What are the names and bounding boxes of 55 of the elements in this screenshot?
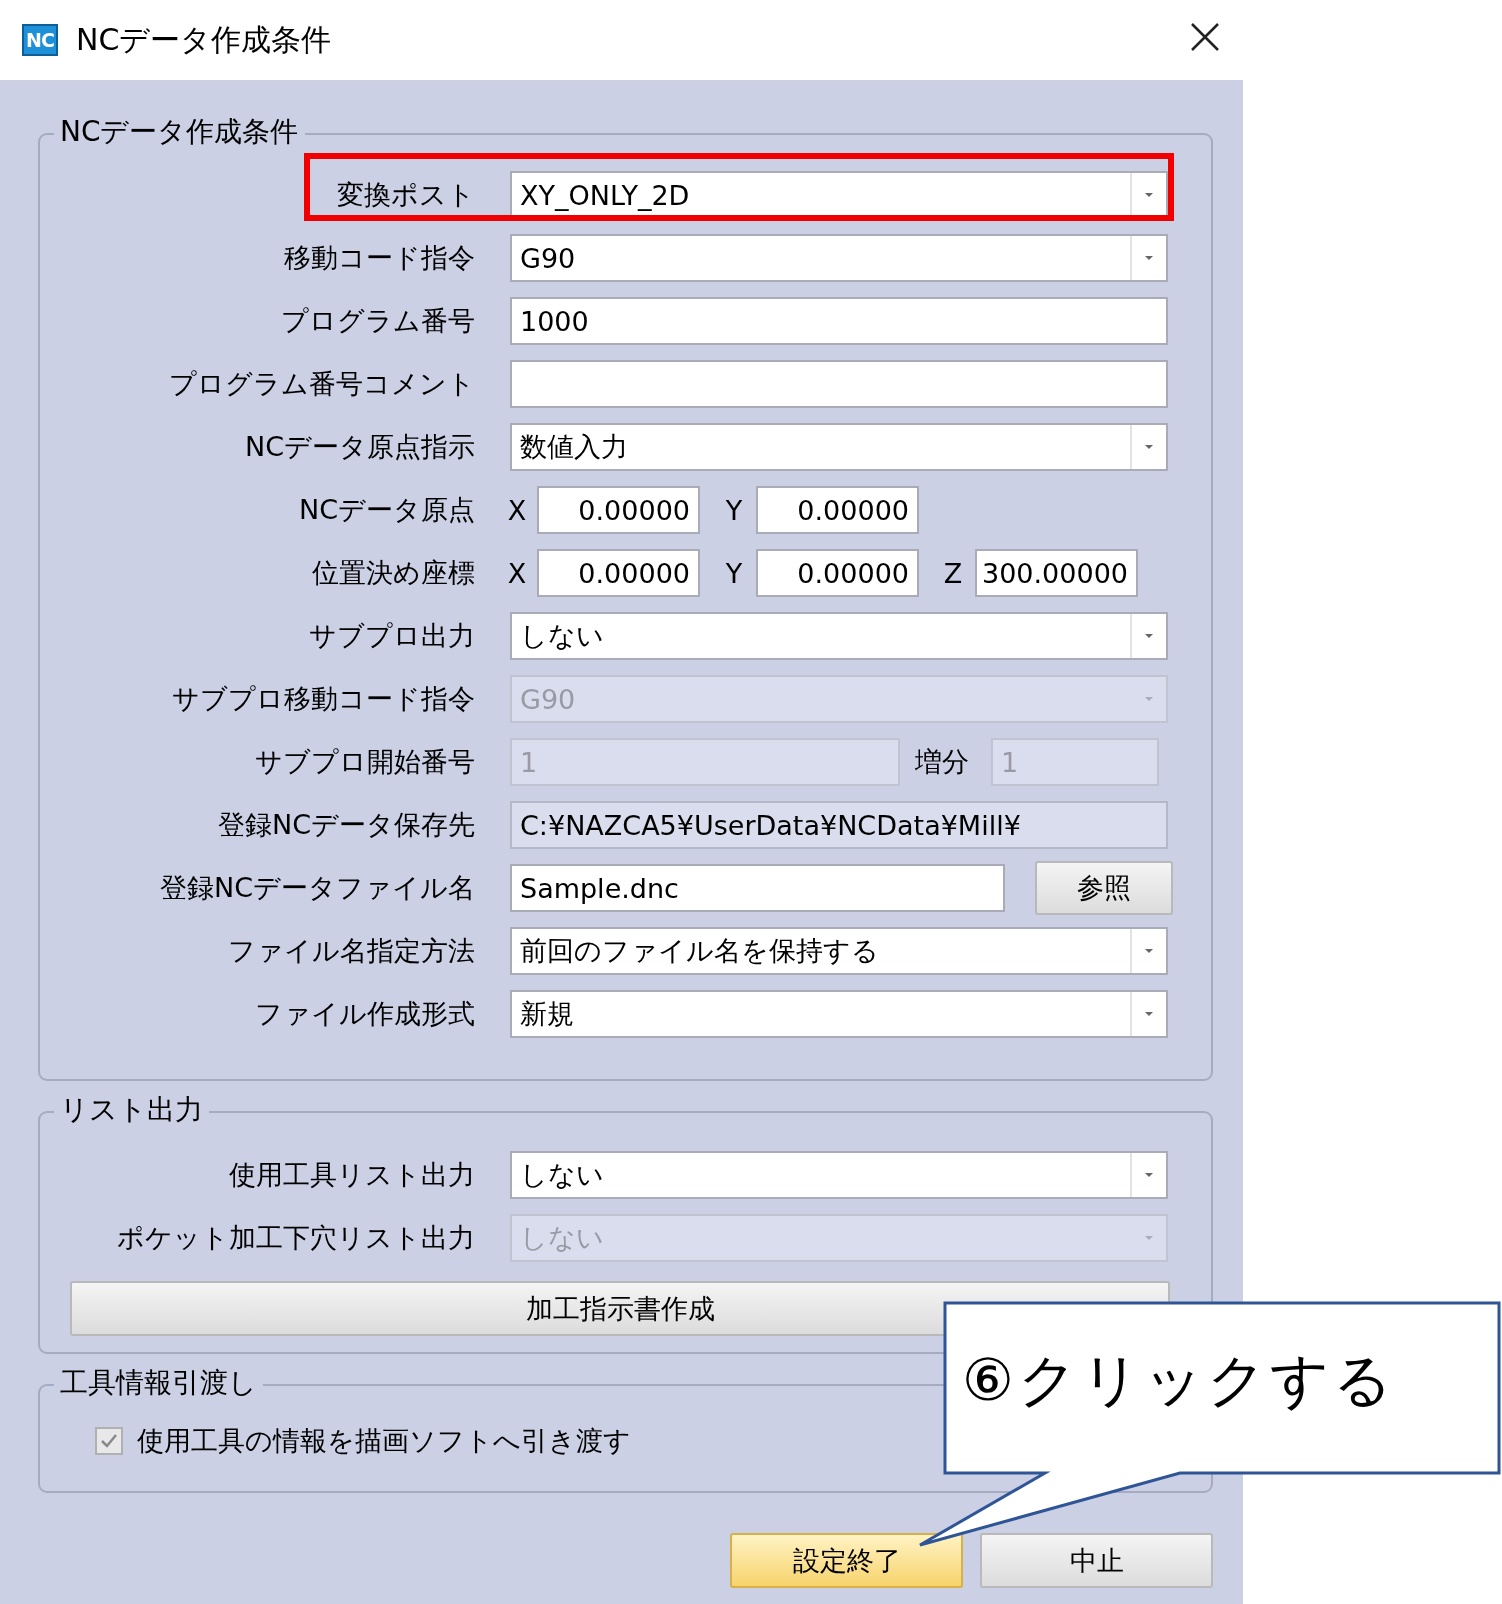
field-label: プログラム番号 <box>280 304 475 338</box>
axis-label: X <box>506 557 528 589</box>
input-field[interactable] <box>510 360 1168 408</box>
checkbox[interactable] <box>95 1427 123 1455</box>
number-field[interactable]: 300.00000 <box>975 549 1138 597</box>
number-field[interactable]: 0.00000 <box>537 486 700 534</box>
caret-icon <box>1144 255 1154 261</box>
app-icon: NC <box>22 24 58 56</box>
input-field[interactable]: C:¥NAZCA5¥UserData¥NCData¥Mill¥ <box>510 801 1168 849</box>
field-label: 登録NCデータファイル名 <box>158 871 475 905</box>
field-label: NCデータ原点 <box>297 493 475 527</box>
caret-icon <box>1144 1011 1154 1017</box>
caret-icon <box>1144 192 1154 198</box>
caret-icon <box>1144 696 1154 702</box>
callout-text: ⑥クリックする <box>962 1345 1396 1416</box>
dialog-button[interactable]: 設定終了 <box>730 1533 963 1588</box>
dropdown[interactable]: 数値入力 <box>510 423 1168 471</box>
checkbox-label: 使用工具の情報を描画ソフトへ引き渡す <box>137 1424 631 1458</box>
dialog-button[interactable]: 中止 <box>980 1533 1213 1588</box>
window-title: NCデータ作成条件 <box>76 20 332 59</box>
field-label: 移動コード指令 <box>283 241 475 275</box>
field-label: ファイル名指定方法 <box>227 934 475 968</box>
axis-label: Y <box>724 557 744 589</box>
field-label: 増分 <box>915 745 969 779</box>
caret-icon <box>1144 948 1154 954</box>
field-label: ファイル作成形式 <box>254 997 475 1031</box>
number-field[interactable]: 0.00000 <box>756 549 919 597</box>
field-label: 登録NCデータ保存先 <box>216 808 475 842</box>
field-label: サブプロ出力 <box>308 619 475 653</box>
axis-label: X <box>506 494 528 526</box>
caret-icon <box>1144 1235 1154 1241</box>
caret-icon <box>1144 1172 1154 1178</box>
browse-button[interactable]: 参照 <box>1035 861 1173 915</box>
number-field[interactable]: 0.00000 <box>537 549 700 597</box>
axis-label: Z <box>942 557 964 589</box>
dropdown[interactable]: G90 <box>510 234 1168 282</box>
dropdown[interactable]: 新規 <box>510 990 1168 1038</box>
axis-label: Y <box>724 494 744 526</box>
input-field[interactable]: Sample.dnc <box>510 864 1005 912</box>
caret-icon <box>1144 444 1154 450</box>
dropdown[interactable]: しない <box>510 1151 1168 1199</box>
field-label: 位置決め座標 <box>311 556 475 590</box>
dropdown[interactable]: しない <box>510 612 1168 660</box>
caret-icon <box>1144 633 1154 639</box>
field-label: 変換ポスト <box>336 178 475 212</box>
dropdown[interactable]: 前回のファイル名を保持する <box>510 927 1168 975</box>
input-field[interactable]: 1000 <box>510 297 1168 345</box>
number-field[interactable]: 0.00000 <box>756 486 919 534</box>
field-label: サブプロ移動コード指令 <box>171 682 475 716</box>
field-label: ポケット加工下穴リスト出力 <box>116 1221 475 1255</box>
field-label: 使用工具リスト出力 <box>228 1158 475 1192</box>
field-label: プログラム番号コメント <box>168 367 475 401</box>
close-icon[interactable] <box>1190 22 1220 52</box>
field-label: NCデータ原点指示 <box>243 430 475 464</box>
field-label: サブプロ開始番号 <box>254 745 475 779</box>
